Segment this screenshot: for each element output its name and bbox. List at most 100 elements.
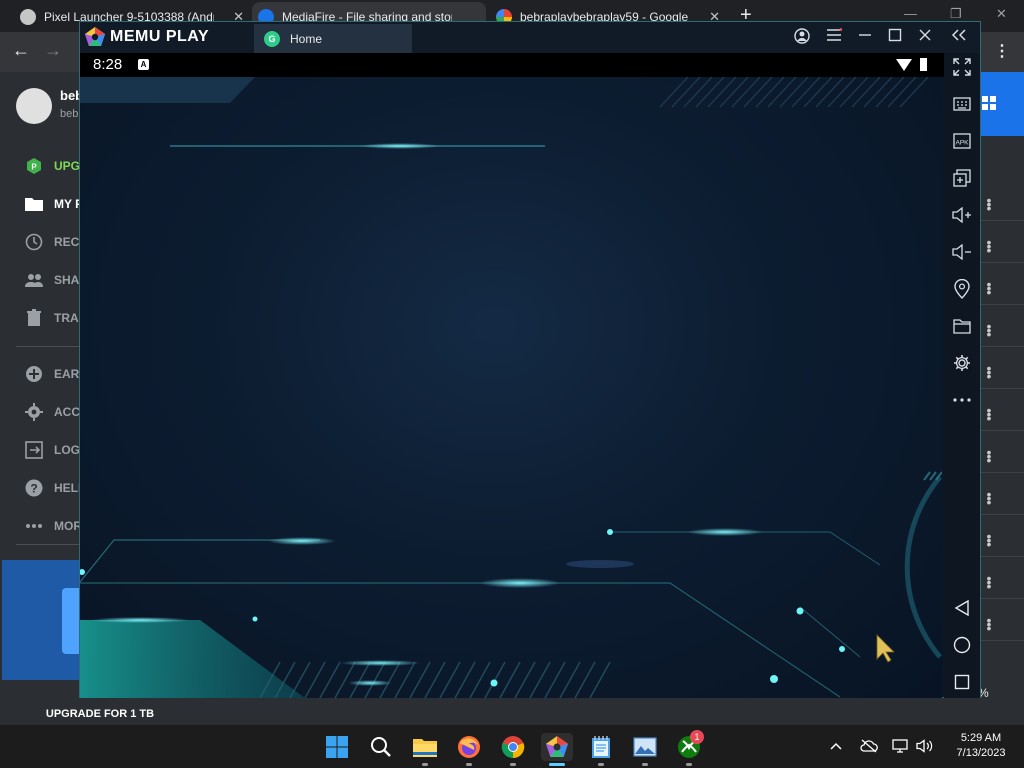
running-indicator bbox=[510, 763, 516, 766]
menu-icon[interactable] bbox=[826, 28, 843, 45]
home-icon[interactable] bbox=[952, 635, 972, 655]
row-more-icon[interactable]: • • • bbox=[986, 487, 992, 509]
home-tab-icon: G bbox=[264, 30, 280, 47]
row-divider bbox=[980, 598, 1024, 599]
minimize-icon[interactable]: — bbox=[904, 6, 917, 21]
memu-tab-home[interactable]: G Home bbox=[254, 24, 412, 53]
running-indicator bbox=[642, 763, 648, 766]
clock-time: 5:29 AM bbox=[960, 732, 1002, 744]
account-icon[interactable] bbox=[794, 28, 810, 47]
row-more-icon[interactable]: • • • bbox=[986, 277, 992, 299]
row-divider bbox=[980, 388, 1024, 389]
active-indicator bbox=[549, 763, 565, 766]
notepad-icon[interactable] bbox=[587, 733, 615, 761]
user-profile[interactable]: beb beb bbox=[16, 86, 83, 124]
system-clock[interactable]: 5:29 AM 7/13/2023 bbox=[944, 731, 1018, 761]
avatar bbox=[16, 88, 52, 124]
memu-icon[interactable] bbox=[541, 733, 573, 761]
sidebar-item-recent[interactable]: RECE bbox=[24, 231, 87, 253]
volume-up-icon[interactable] bbox=[952, 205, 972, 225]
row-more-icon[interactable]: • • • bbox=[986, 445, 992, 467]
browser-menu-icon[interactable]: ⋮ bbox=[994, 41, 1010, 61]
sidebar-item-logout[interactable]: LOG bbox=[24, 439, 80, 461]
minimize-icon[interactable] bbox=[858, 28, 872, 45]
back-icon[interactable] bbox=[952, 598, 972, 618]
trash-icon bbox=[24, 308, 44, 328]
row-divider bbox=[980, 304, 1024, 305]
back-arrow-icon[interactable]: ← bbox=[12, 40, 30, 61]
folder-icon[interactable] bbox=[952, 316, 972, 336]
multi-window-icon[interactable] bbox=[952, 168, 972, 188]
volume-icon[interactable] bbox=[916, 739, 934, 756]
photos-icon[interactable] bbox=[631, 733, 659, 761]
sidebar-item-help[interactable]: ? HELP bbox=[24, 477, 86, 499]
running-indicator bbox=[422, 763, 428, 766]
people-icon bbox=[24, 270, 44, 290]
file-explorer-icon[interactable] bbox=[411, 733, 439, 761]
logout-icon bbox=[24, 440, 44, 460]
android-home-screen[interactable] bbox=[80, 77, 942, 698]
row-more-icon[interactable]: • • • bbox=[986, 193, 992, 215]
upgrade-banner-label[interactable]: UPGRADE FOR 1 TB bbox=[0, 708, 200, 720]
keyboard-icon[interactable] bbox=[952, 94, 972, 114]
close-window-icon[interactable]: ✕ bbox=[996, 6, 1007, 22]
start-icon[interactable] bbox=[323, 733, 351, 761]
sidebar-item-upgrade[interactable]: P UPG bbox=[24, 155, 80, 177]
firefox-icon[interactable] bbox=[455, 733, 483, 761]
sidebar-item-label: SHA bbox=[54, 273, 80, 287]
search-icon[interactable] bbox=[367, 733, 395, 761]
row-divider bbox=[980, 556, 1024, 557]
upgrade-icon: P bbox=[24, 156, 44, 176]
plus-circle-icon bbox=[24, 364, 44, 384]
fullscreen-icon[interactable] bbox=[952, 57, 972, 77]
sidebar-item-shared[interactable]: SHA bbox=[24, 269, 79, 291]
row-divider bbox=[980, 346, 1024, 347]
close-icon[interactable] bbox=[918, 28, 932, 45]
wallpaper-graphic bbox=[80, 77, 942, 698]
windows-taskbar: 1 5:29 AM 7/13/2023 bbox=[0, 724, 1024, 768]
row-more-icon[interactable]: • • • bbox=[986, 529, 992, 551]
location-icon[interactable] bbox=[952, 279, 972, 299]
android-status-bar: 8:28 A bbox=[80, 53, 944, 77]
row-more-icon[interactable]: • • • bbox=[986, 361, 992, 383]
recents-icon[interactable] bbox=[952, 672, 972, 692]
network-icon[interactable] bbox=[892, 739, 908, 756]
memu-tab-label: Home bbox=[290, 31, 323, 46]
row-divider bbox=[980, 514, 1024, 515]
row-more-icon[interactable]: • • • bbox=[986, 319, 992, 341]
notification-icon: A bbox=[138, 59, 149, 70]
battery-icon bbox=[920, 58, 927, 71]
row-divider bbox=[980, 262, 1024, 263]
grid-icon bbox=[982, 96, 996, 110]
row-more-icon[interactable]: • • • bbox=[986, 235, 992, 257]
settings-icon[interactable] bbox=[952, 353, 972, 373]
sidebar-item-more[interactable]: MOR bbox=[24, 515, 82, 537]
help-icon: ? bbox=[24, 478, 44, 498]
row-divider bbox=[980, 220, 1024, 221]
volume-down-icon[interactable] bbox=[952, 242, 972, 262]
svg-text:P: P bbox=[31, 163, 37, 172]
gear-icon bbox=[24, 402, 44, 422]
more-icon[interactable] bbox=[952, 390, 972, 410]
sidebar-item-trash[interactable]: TRAS bbox=[24, 307, 87, 329]
notification-badge: 1 bbox=[690, 730, 704, 744]
row-more-icon[interactable]: • • • bbox=[986, 613, 992, 635]
running-indicator bbox=[686, 763, 692, 766]
collapse-sidebar-icon[interactable] bbox=[950, 28, 968, 45]
chrome-icon[interactable] bbox=[499, 733, 527, 761]
maximize-icon[interactable] bbox=[888, 28, 902, 45]
memu-logo: MEMU PLAY bbox=[84, 26, 209, 48]
grid-view-button[interactable] bbox=[980, 72, 1024, 136]
forward-arrow-icon[interactable]: → bbox=[44, 40, 62, 61]
row-more-icon[interactable]: • • • bbox=[986, 403, 992, 425]
maximize-icon[interactable]: ❐ bbox=[950, 6, 962, 22]
sidebar-item-my-files[interactable]: MY F bbox=[24, 193, 82, 215]
memu-titlebar: MEMU PLAY G Home bbox=[80, 22, 980, 53]
row-more-icon[interactable]: • • • bbox=[986, 571, 992, 593]
sidebar-item-label: MOR bbox=[54, 519, 82, 533]
cloud-offline-icon[interactable] bbox=[860, 739, 878, 756]
apk-icon[interactable]: APK bbox=[952, 131, 972, 151]
chevron-up-icon[interactable] bbox=[830, 739, 842, 754]
desktop: Pixel Launcher 9-5103388 (Andr ✕ MediaFi… bbox=[0, 0, 1024, 768]
row-divider bbox=[980, 472, 1024, 473]
